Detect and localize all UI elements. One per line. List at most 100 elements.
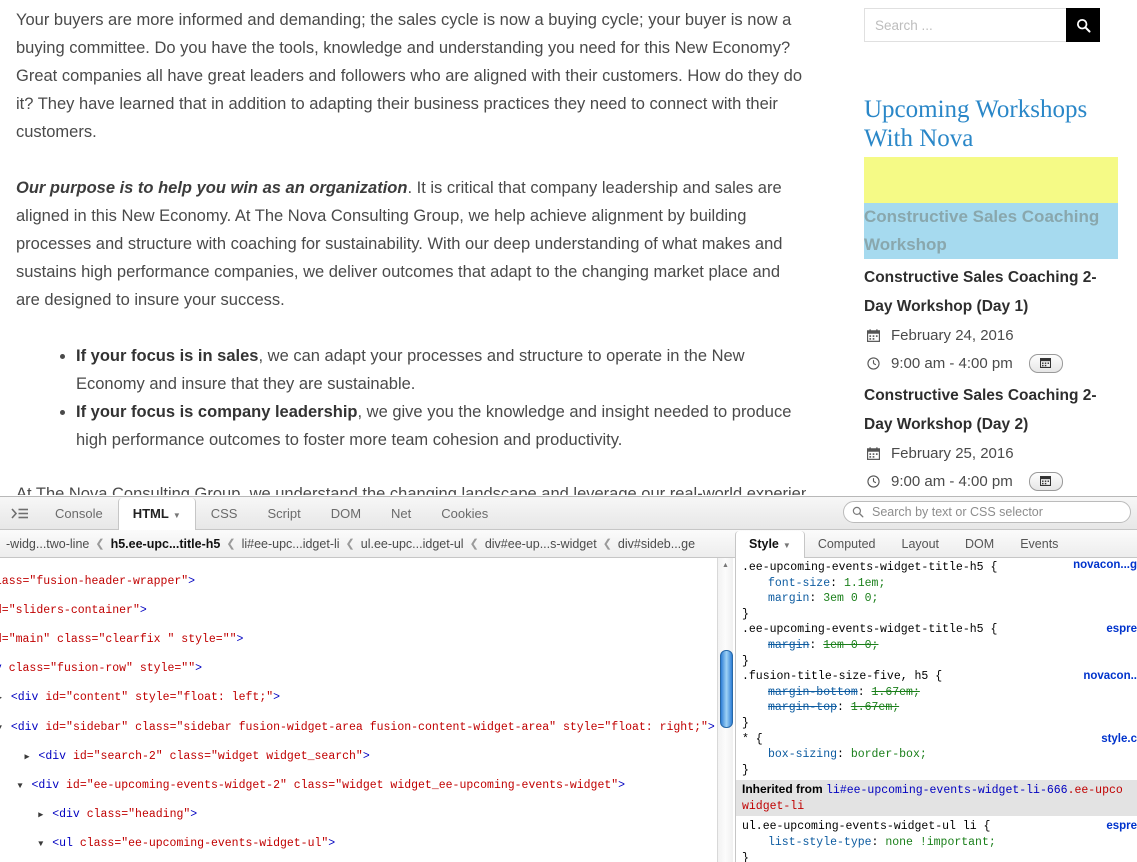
- css-rule[interactable]: novacon...g .ee-upcoming-events-widget-t…: [736, 558, 1137, 622]
- css-value: none !important;: [885, 835, 996, 849]
- css-value: border-box;: [850, 748, 927, 762]
- event-title-link-highlighted[interactable]: Constructive Sales Coaching Workshop: [864, 203, 1118, 259]
- event-time: 9:00 am - 4:00 pm: [891, 354, 1013, 372]
- list-item: If your focus is company leadership, we …: [76, 398, 806, 454]
- breadcrumb-item-3[interactable]: ul.ee-upc...idget-ul: [355, 537, 470, 551]
- event-item: Constructive Sales Coaching 2-Day Worksh…: [864, 381, 1120, 495]
- add-to-calendar-button[interactable]: [1028, 471, 1063, 491]
- tab-layout[interactable]: Layout: [889, 531, 953, 557]
- css-rule[interactable]: espre .ee-upcoming-events-widget-title-h…: [736, 622, 1137, 669]
- css-rule-close: }: [742, 654, 749, 668]
- event-item: Constructive Sales Coaching 2-Day Worksh…: [864, 263, 1120, 377]
- clock-icon: [864, 474, 882, 488]
- html-line[interactable]: ▶ <div id="content" style="float: left;"…: [0, 691, 728, 706]
- css-declaration[interactable]: box-sizing: border-box;: [742, 747, 1137, 763]
- bullet-1-bold: If your focus is in sales: [76, 347, 259, 365]
- inherited-from-node[interactable]: li#ee-upcoming-events-widget-li-666: [826, 784, 1068, 797]
- html-line[interactable]: ▼ <div id="sidebar" class="sidebar fusio…: [0, 721, 728, 736]
- calendar-icon: [864, 446, 882, 460]
- css-search-widget: [843, 501, 1131, 523]
- bullet-2-bold: If your focus is company leadership: [76, 403, 358, 421]
- tab-script[interactable]: Script: [252, 498, 315, 529]
- html-line[interactable]: ▼ <div id="ee-upcoming-events-widget-2" …: [0, 779, 728, 794]
- tab-console[interactable]: Console: [40, 498, 118, 529]
- screenshot-root: Your buyers are more informed and demand…: [0, 0, 1137, 862]
- css-property: list-style-type: [768, 835, 872, 849]
- breadcrumb-item-5[interactable]: div#sideb...ge: [612, 537, 701, 551]
- paragraph-2-emphasis: Our purpose is to help you win as an org…: [16, 179, 408, 197]
- breadcrumb-item-4[interactable]: div#ee-up...s-widget: [479, 537, 603, 551]
- tab-dom-style[interactable]: DOM: [952, 531, 1007, 557]
- css-search-input[interactable]: [870, 504, 1122, 520]
- calendar-icon: [864, 328, 882, 342]
- css-rule[interactable]: novacon.. .fusion-title-size-five, h5 { …: [736, 669, 1137, 731]
- devtools-panels: class="fusion-header-wrapper"> id="slide…: [0, 558, 1137, 862]
- inherited-from-class-wrap: widget-li: [742, 800, 805, 814]
- event-date: February 25, 2016: [891, 444, 1014, 462]
- inherited-from-class[interactable]: .ee-upco: [1068, 784, 1123, 797]
- css-rule-close: }: [742, 607, 749, 621]
- scroll-up-arrow-icon[interactable]: ▲: [718, 558, 733, 572]
- style-panel-tabs: Style ▼ Computed Layout DOM Events: [735, 530, 1137, 558]
- breadcrumb-separator-icon: ❮: [469, 538, 479, 550]
- css-declaration[interactable]: list-style-type: none !important;: [742, 835, 1137, 851]
- css-declaration[interactable]: margin: 3em 0 0;: [742, 591, 1137, 607]
- css-declaration[interactable]: font-size: 1.1em;: [742, 576, 1137, 592]
- css-rule[interactable]: espre ul.ee-upcoming-events-widget-ul li…: [736, 819, 1137, 862]
- tab-computed[interactable]: Computed: [805, 531, 889, 557]
- search-input[interactable]: [864, 8, 1066, 42]
- css-property: margin: [768, 592, 810, 606]
- html-line[interactable]: iv class="fusion-row" style="">: [0, 662, 728, 677]
- html-source-tree: class="fusion-header-wrapper"> id="slide…: [0, 560, 728, 862]
- css-property: margin: [768, 638, 810, 652]
- calendar-icon: [1040, 355, 1052, 372]
- css-declaration[interactable]: margin: 1em 0 0;: [742, 638, 1137, 654]
- breadcrumb: -widg...two-line ❮ h5.ee-upc...title-h5 …: [0, 530, 735, 557]
- css-rule-source[interactable]: espre: [1106, 819, 1137, 835]
- breadcrumb-item-2[interactable]: li#ee-upc...idget-li: [236, 537, 346, 551]
- html-line[interactable]: id="sliders-container">: [0, 604, 728, 619]
- css-rule-source[interactable]: novacon...g: [1073, 558, 1137, 574]
- css-selector: ul.ee-upcoming-events-widget-ul li {: [742, 820, 991, 834]
- style-rules-panel[interactable]: novacon...g .ee-upcoming-events-widget-t…: [736, 558, 1137, 862]
- breadcrumb-item-0[interactable]: -widg...two-line: [0, 537, 95, 551]
- html-line[interactable]: ▶ <div class="heading">: [0, 808, 728, 823]
- calendar-icon: [1040, 473, 1052, 490]
- css-rule-source[interactable]: espre: [1106, 622, 1137, 638]
- article-content: Your buyers are more informed and demand…: [16, 6, 806, 478]
- tab-html-label: HTML: [132, 506, 169, 521]
- event-date-row: February 24, 2016: [864, 321, 1120, 349]
- html-line[interactable]: class="fusion-header-wrapper">: [0, 575, 728, 590]
- tab-css[interactable]: CSS: [196, 498, 253, 529]
- html-tree-panel[interactable]: class="fusion-header-wrapper"> id="slide…: [0, 558, 736, 862]
- focus-bullet-list: If your focus is in sales, we can adapt …: [16, 342, 806, 454]
- html-line[interactable]: ▶ <div id="search-2" class="widget widge…: [0, 750, 728, 765]
- page-sidebar: Upcoming Workshops With Nova Constructiv…: [864, 8, 1120, 495]
- search-button[interactable]: [1066, 8, 1100, 42]
- css-rule[interactable]: style.c * { box-sizing: border-box; }: [736, 732, 1137, 779]
- tab-cookies[interactable]: Cookies: [426, 498, 503, 529]
- css-selector: .ee-upcoming-events-widget-title-h5 {: [742, 623, 998, 637]
- html-line[interactable]: ▼ <ul class="ee-upcoming-events-widget-u…: [0, 837, 728, 852]
- list-item: If your focus is in sales, we can adapt …: [76, 342, 806, 398]
- html-line[interactable]: id="main" class="clearfix " style="">: [0, 633, 728, 648]
- tab-style-label: Style: [749, 537, 779, 551]
- tab-dom[interactable]: DOM: [316, 498, 376, 529]
- event-time-row: 9:00 am - 4:00 pm: [864, 467, 1120, 495]
- css-declaration[interactable]: margin-top: 1.67em;: [742, 700, 1137, 716]
- css-rule-source[interactable]: style.c: [1101, 732, 1137, 748]
- css-value: 3em 0 0;: [823, 592, 879, 606]
- tab-html[interactable]: HTML ▼: [117, 498, 196, 530]
- inherited-label: Inherited from: [742, 782, 823, 797]
- inspector-highlight-overlay: [864, 157, 1118, 203]
- tab-events[interactable]: Events: [1007, 531, 1071, 557]
- tab-style[interactable]: Style ▼: [735, 531, 805, 558]
- tab-net[interactable]: Net: [376, 498, 426, 529]
- breadcrumb-item-1[interactable]: h5.ee-upc...title-h5: [105, 537, 227, 551]
- panel-menu-icon[interactable]: [0, 498, 40, 529]
- css-rule-source[interactable]: novacon..: [1083, 669, 1137, 685]
- add-to-calendar-button[interactable]: [1028, 353, 1063, 373]
- css-declaration[interactable]: margin-bottom: 1.67em;: [742, 685, 1137, 701]
- html-panel-scrollbar[interactable]: ▲: [717, 558, 733, 862]
- scrollbar-thumb[interactable]: [720, 650, 733, 728]
